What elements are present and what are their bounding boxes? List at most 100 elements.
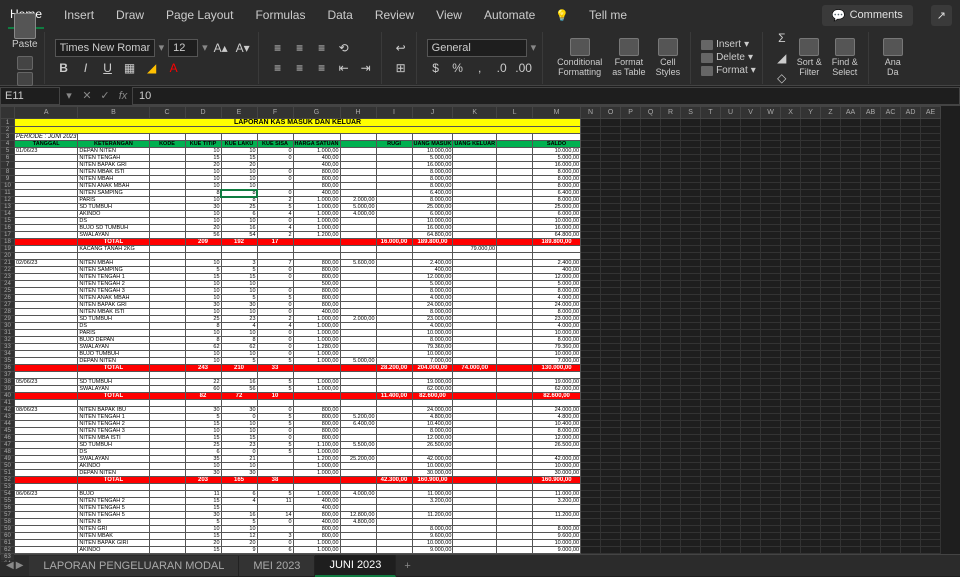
cell[interactable] [821,547,841,554]
cell[interactable] [701,526,721,533]
cell[interactable] [881,351,901,358]
cell[interactable] [781,435,801,442]
cell[interactable] [761,330,781,337]
row-header[interactable]: 41 [1,400,15,407]
cell[interactable] [497,225,533,232]
cell[interactable]: 26.500,00 [533,442,581,449]
cell[interactable]: 7.000,00 [412,358,453,365]
cell[interactable] [15,526,78,533]
cell[interactable] [340,351,376,358]
cell[interactable] [681,155,701,162]
cell[interactable] [901,365,921,372]
cell[interactable]: 189.800,00 [412,239,453,246]
cell[interactable] [721,162,741,169]
cell[interactable] [841,365,861,372]
cell[interactable] [293,484,340,491]
cell[interactable] [497,428,533,435]
cell[interactable] [781,295,801,302]
increase-font-icon[interactable]: A▴ [212,39,230,57]
cell[interactable] [741,463,761,470]
cell[interactable]: 2 [257,197,293,204]
cell[interactable]: 72 [221,393,257,400]
cell[interactable] [821,442,841,449]
cell[interactable] [801,463,821,470]
cell[interactable]: NITEN TENGAH 2 [78,281,149,288]
cell[interactable] [701,127,721,134]
cell[interactable] [681,323,701,330]
cell[interactable] [881,316,901,323]
cell[interactable]: 24.000,00 [412,302,453,309]
cell[interactable] [340,155,376,162]
cell[interactable] [497,267,533,274]
cell[interactable] [641,309,661,316]
cell[interactable]: AKINDO [78,211,149,218]
row-header[interactable]: 44 [1,421,15,428]
cell[interactable]: 800,00 [293,512,340,519]
cell[interactable] [601,274,621,281]
cell[interactable]: 16.000,00 [412,225,453,232]
cell[interactable] [149,344,185,351]
cell[interactable] [497,547,533,554]
cell[interactable] [601,519,621,526]
cell[interactable] [497,204,533,211]
cell[interactable] [15,344,78,351]
cell[interactable]: 79.000,00 [453,246,497,253]
cell[interactable]: 30 [221,407,257,414]
cell[interactable] [701,400,721,407]
cell[interactable]: KUE TITIP [185,141,221,148]
cell[interactable] [581,386,601,393]
cell[interactable]: 0 [257,169,293,176]
cell[interactable]: NITEN B [78,519,149,526]
cell[interactable] [861,183,881,190]
cell[interactable] [761,365,781,372]
cell[interactable]: 25 [221,204,257,211]
cell[interactable]: 10 [185,169,221,176]
cell[interactable] [149,155,185,162]
cell[interactable]: 0 [257,351,293,358]
cell[interactable] [149,435,185,442]
cell[interactable] [801,533,821,540]
cell[interactable] [761,274,781,281]
cell[interactable] [721,281,741,288]
cell[interactable] [376,526,412,533]
cell[interactable]: 0 [257,407,293,414]
cell[interactable] [701,442,721,449]
cell[interactable] [601,302,621,309]
cell[interactable] [761,337,781,344]
cell[interactable] [497,470,533,477]
cell[interactable] [15,372,78,379]
cell[interactable] [257,470,293,477]
cell[interactable] [781,344,801,351]
cell[interactable]: 4.000,00 [340,491,376,498]
cell[interactable]: 9.000,00 [533,547,581,554]
comments-button[interactable]: 💬 Comments [822,5,913,26]
cell[interactable] [861,358,881,365]
cell[interactable] [376,330,412,337]
cell[interactable] [15,246,78,253]
cell[interactable] [376,498,412,505]
cell[interactable]: 4.000,00 [533,295,581,302]
cell[interactable] [376,295,412,302]
cell[interactable]: NITEN MBA ISTI [78,435,149,442]
cell[interactable] [376,190,412,197]
cell[interactable] [781,316,801,323]
align-top-icon[interactable]: ≡ [269,39,287,57]
cell[interactable] [376,337,412,344]
cell[interactable] [801,323,821,330]
cell[interactable] [881,393,901,400]
cell[interactable] [601,148,621,155]
cell[interactable] [497,232,533,239]
tab-data[interactable]: Data [325,2,354,28]
cell[interactable] [661,119,681,127]
cell[interactable]: 8 [185,190,221,197]
bold-button[interactable]: B [55,59,73,77]
cell[interactable] [376,155,412,162]
cell[interactable] [681,449,701,456]
cell[interactable] [921,204,941,211]
cell[interactable] [881,414,901,421]
cell[interactable] [621,365,641,372]
cell[interactable]: UANG MASUK [412,141,453,148]
cell[interactable] [15,484,78,491]
cell[interactable] [661,526,681,533]
cell[interactable] [412,505,453,512]
